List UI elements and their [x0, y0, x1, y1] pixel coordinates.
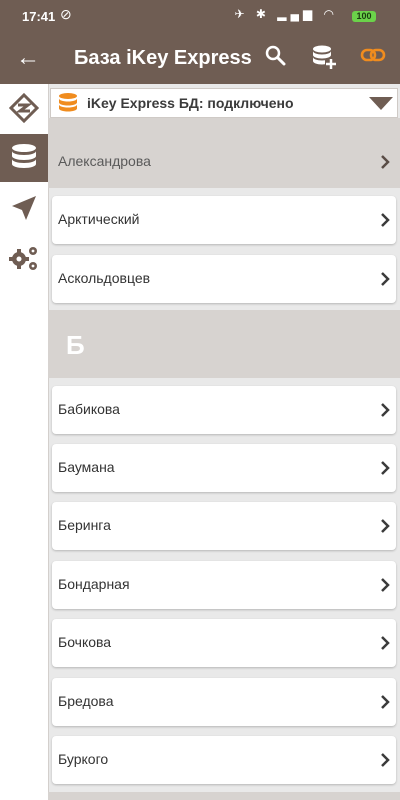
dropdown-arrow-icon[interactable]: [369, 97, 393, 110]
list-item-label: Бабикова: [58, 401, 120, 417]
sidebar-item-database[interactable]: [0, 134, 48, 182]
chevron-right-icon: [381, 461, 390, 475]
sidebar: [0, 84, 49, 800]
database-status-icon: [57, 92, 79, 119]
battery-icon: 100: [352, 11, 376, 22]
link-icon[interactable]: [360, 42, 386, 74]
app-bar: ← База iKey Express: [0, 32, 400, 84]
list-item[interactable]: Бочкова: [52, 619, 396, 667]
database-icon: [12, 144, 36, 168]
status-icons: ✈ ✱ ▂▄▆ ◠: [234, 7, 338, 21]
section-header-b: Б: [48, 310, 400, 378]
list-item[interactable]: Александрова: [52, 138, 396, 186]
list-item-label: Буркого: [58, 751, 109, 767]
list-item[interactable]: Бредова: [52, 678, 396, 726]
database-status-bar[interactable]: iKey Express БД: подключено: [50, 88, 398, 118]
chevron-right-icon: [381, 155, 390, 169]
sidebar-item-settings[interactable]: [0, 234, 48, 282]
database-status-text: iKey Express БД: подключено: [87, 95, 294, 111]
navigation-arrow-icon: [12, 196, 36, 220]
page-title: База iKey Express: [74, 47, 252, 69]
list-item-label: Бондарная: [58, 576, 130, 592]
chevron-right-icon: [381, 403, 390, 417]
status-time: 17:41: [22, 9, 56, 24]
list-item-label: Арктический: [58, 211, 140, 227]
list-item[interactable]: Аскольдовцев: [52, 255, 396, 303]
chevron-right-icon: [381, 695, 390, 709]
section-letter: Б: [66, 330, 85, 360]
chevron-right-icon: [381, 519, 390, 533]
back-arrow-icon[interactable]: ←: [16, 44, 40, 72]
alarm-off-icon: ⊘: [60, 6, 72, 22]
status-bar: 17:41 ⊘ ✈ ✱ ▂▄▆ ◠ 100: [0, 0, 400, 32]
list-item-label: Беринга: [58, 517, 111, 533]
chevron-right-icon: [381, 753, 390, 767]
list-item[interactable]: Баумана: [52, 444, 396, 492]
list-item-label: Бочкова: [58, 634, 112, 650]
sidebar-item-logo[interactable]: [0, 84, 48, 132]
list-item-label: Аскольдовцев: [58, 270, 151, 286]
list-item[interactable]: Буркого: [52, 736, 396, 784]
ikey-logo-icon: [9, 93, 39, 123]
chevron-right-icon: [381, 213, 390, 227]
list-item[interactable]: Арктический: [52, 196, 396, 244]
chevron-right-icon: [381, 578, 390, 592]
sidebar-item-navigation[interactable]: [0, 184, 48, 232]
search-icon[interactable]: [264, 44, 286, 72]
list-item-label: Бредова: [58, 693, 114, 709]
chevron-right-icon: [381, 272, 390, 286]
list-item[interactable]: Бондарная: [52, 561, 396, 609]
list-item[interactable]: Бабикова: [52, 386, 396, 434]
list-item-label: Баумана: [58, 459, 115, 475]
list-item[interactable]: Беринга: [52, 502, 396, 550]
list-item-label: Александрова: [58, 153, 151, 169]
chevron-right-icon: [381, 636, 390, 650]
section-header-next: [48, 792, 400, 800]
gears-icon: [9, 247, 37, 270]
database-add-icon[interactable]: [310, 43, 338, 76]
